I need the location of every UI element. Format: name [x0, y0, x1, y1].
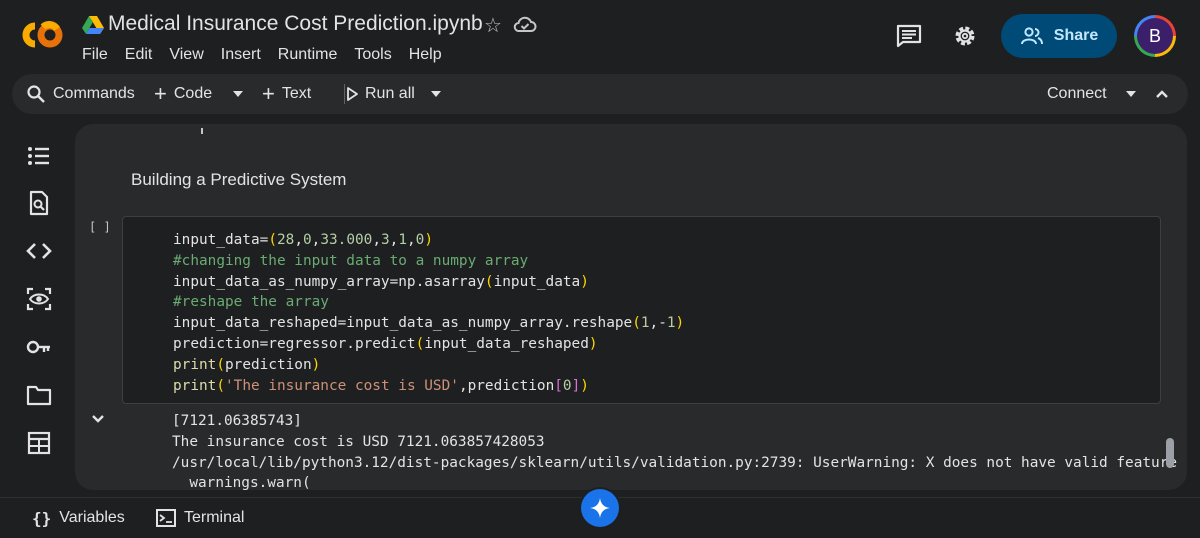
toolbar-divider	[344, 84, 345, 104]
terminal-label: Terminal	[184, 509, 245, 526]
code-block[interactable]: input_data=(28,0,33.000,3,1,0) #changing…	[173, 230, 684, 396]
cloud-saved-icon[interactable]	[513, 14, 537, 34]
left-sidebar	[0, 122, 78, 492]
menu-edit[interactable]: Edit	[125, 46, 153, 64]
terminal-icon	[156, 509, 176, 527]
find-icon[interactable]	[26, 190, 52, 216]
people-icon	[1020, 27, 1043, 45]
comment-icon[interactable]	[896, 24, 922, 48]
variables-inspector-icon[interactable]	[26, 286, 52, 312]
output-line-3: /usr/local/lib/python3.12/dist-packages/…	[172, 454, 1178, 471]
plus-icon: +	[154, 81, 167, 106]
run-cell-button[interactable]: [ ]	[89, 220, 111, 234]
search-icon	[27, 85, 45, 103]
connect-button[interactable]: Connect	[1047, 74, 1107, 114]
add-code-button[interactable]: + Code	[154, 74, 212, 114]
markdown-heading[interactable]: Building a Predictive System	[131, 170, 346, 190]
play-icon	[347, 87, 358, 101]
avatar-initial: B	[1148, 25, 1161, 46]
add-text-button[interactable]: + Text	[262, 74, 311, 114]
menu-tools[interactable]: Tools	[354, 46, 391, 64]
collapse-output-icon[interactable]	[91, 414, 105, 424]
google-drive-icon[interactable]	[82, 15, 104, 35]
code-line-5: input_data_reshaped=input_data_as_numpy_…	[173, 315, 685, 332]
star-icon[interactable]: ☆	[484, 13, 502, 38]
cell-output: [7121.06385743] The insurance cost is US…	[122, 407, 1177, 490]
menu-runtime[interactable]: Runtime	[278, 46, 338, 64]
previous-cell-cursor	[201, 128, 203, 134]
notebook-toolbar: Commands + Code + Text Run all Connect	[12, 74, 1188, 114]
files-folder-icon[interactable]	[26, 382, 52, 408]
share-label: Share	[1053, 27, 1099, 44]
notebook-panel[interactable]: Building a Predictive System [ ] input_d…	[75, 124, 1187, 490]
code-line-6: prediction=regressor.predict(input_data_…	[173, 335, 598, 352]
commands-button[interactable]: Commands	[26, 74, 135, 114]
code-line-1: input_data=(28,0,33.000,3,1,0)	[173, 232, 434, 248]
connect-dropdown-button[interactable]	[1125, 74, 1137, 114]
gemini-sparkle-icon	[590, 498, 610, 518]
menu-view[interactable]: View	[169, 46, 203, 64]
connect-label: Connect	[1047, 85, 1107, 102]
commands-label: Commands	[53, 85, 135, 102]
code-line-4: #reshape the array	[173, 294, 329, 311]
chevron-up-icon	[1156, 90, 1168, 98]
gear-icon[interactable]	[952, 23, 978, 49]
code-label: Code	[173, 85, 213, 102]
output-line-4: warnings.warn(	[172, 475, 311, 490]
secrets-key-icon[interactable]	[26, 334, 52, 360]
avatar[interactable]: B	[1134, 15, 1176, 57]
colab-logo[interactable]	[16, 16, 66, 54]
menu-help[interactable]: Help	[409, 46, 442, 64]
code-dropdown-button[interactable]	[232, 74, 244, 114]
variables-button[interactable]: {} Variables	[32, 498, 125, 538]
run-all-dropdown-button[interactable]	[430, 74, 442, 114]
text-label: Text	[281, 85, 312, 102]
plus-icon: +	[262, 81, 275, 106]
code-line-3: input_data_as_numpy_array=np.asarray(inp…	[173, 273, 589, 290]
notebook-title[interactable]: Medical Insurance Cost Prediction.ipynb	[108, 12, 483, 36]
code-line-2: #changing the input data to a numpy arra…	[173, 252, 529, 269]
top-bar: Medical Insurance Cost Prediction.ipynb …	[0, 0, 1200, 70]
output-text: [7121.06385743] The insurance cost is US…	[172, 411, 1177, 490]
curly-braces-icon: {}	[32, 508, 52, 528]
menu-bar: File Edit View Insert Runtime Tools Help	[82, 46, 459, 64]
caret-down-icon	[431, 91, 441, 97]
run-all-label: Run all	[365, 85, 415, 102]
table-of-contents-icon[interactable]	[26, 143, 52, 169]
variables-label: Variables	[59, 509, 125, 526]
output-line-2: The insurance cost is USD 7121.063857428…	[172, 433, 545, 450]
code-snippets-icon[interactable]	[26, 238, 52, 264]
menu-insert[interactable]: Insert	[221, 46, 261, 64]
code-line-7: print(prediction)	[173, 356, 321, 373]
share-button[interactable]: Share	[1001, 14, 1117, 58]
terminal-button[interactable]: Terminal	[156, 498, 244, 538]
menu-file[interactable]: File	[82, 46, 108, 64]
output-scrollbar[interactable]	[1166, 438, 1174, 468]
code-line-8: print('The insurance cost is USD',predic…	[173, 377, 589, 394]
caret-down-icon	[233, 91, 243, 97]
caret-down-icon	[1126, 91, 1136, 97]
run-all-button[interactable]: Run all	[346, 74, 415, 114]
collapse-toolbar-button[interactable]	[1155, 74, 1169, 114]
output-line-1: [7121.06385743]	[172, 413, 302, 429]
data-table-icon[interactable]	[26, 430, 52, 456]
gemini-button[interactable]	[581, 489, 619, 527]
code-cell-editor[interactable]: input_data=(28,0,33.000,3,1,0) #changing…	[122, 216, 1161, 404]
